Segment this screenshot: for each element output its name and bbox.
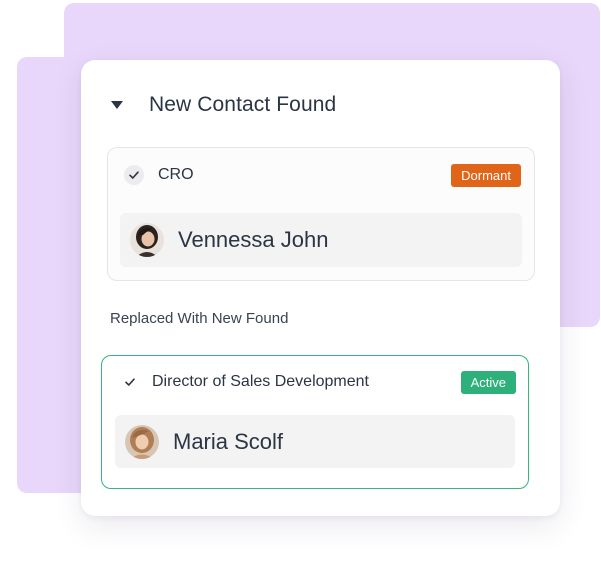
new-contact-role: Director of Sales Development <box>152 373 369 390</box>
old-contact-box: CRO Dormant Vennessa John <box>107 147 535 281</box>
new-contact-box: Director of Sales Development Active Mar… <box>101 355 529 489</box>
check-icon <box>124 165 144 185</box>
avatar <box>130 223 164 257</box>
old-contact-name: Vennessa John <box>178 227 329 252</box>
caret-down-icon[interactable] <box>109 97 125 113</box>
old-contact-person: Vennessa John <box>120 213 522 267</box>
new-contact-role-row: Director of Sales Development Active <box>120 370 516 394</box>
avatar <box>125 424 159 459</box>
card-title: New Contact Found <box>149 93 337 116</box>
contact-replacement-card: New Contact Found CRO Dormant Vennessa J… <box>81 60 560 516</box>
new-contact-name: Maria Scolf <box>173 428 284 454</box>
old-contact-role-row: CRO Dormant <box>124 163 521 187</box>
status-badge-dormant: Dormant <box>451 163 521 187</box>
new-contact-person: Maria Scolf <box>115 415 515 468</box>
old-contact-role: CRO <box>158 166 194 183</box>
card-header: New Contact Found <box>109 90 336 120</box>
check-icon <box>120 372 140 392</box>
replaced-label: Replaced With New Found <box>110 310 289 327</box>
status-badge-active: Active <box>460 370 516 394</box>
